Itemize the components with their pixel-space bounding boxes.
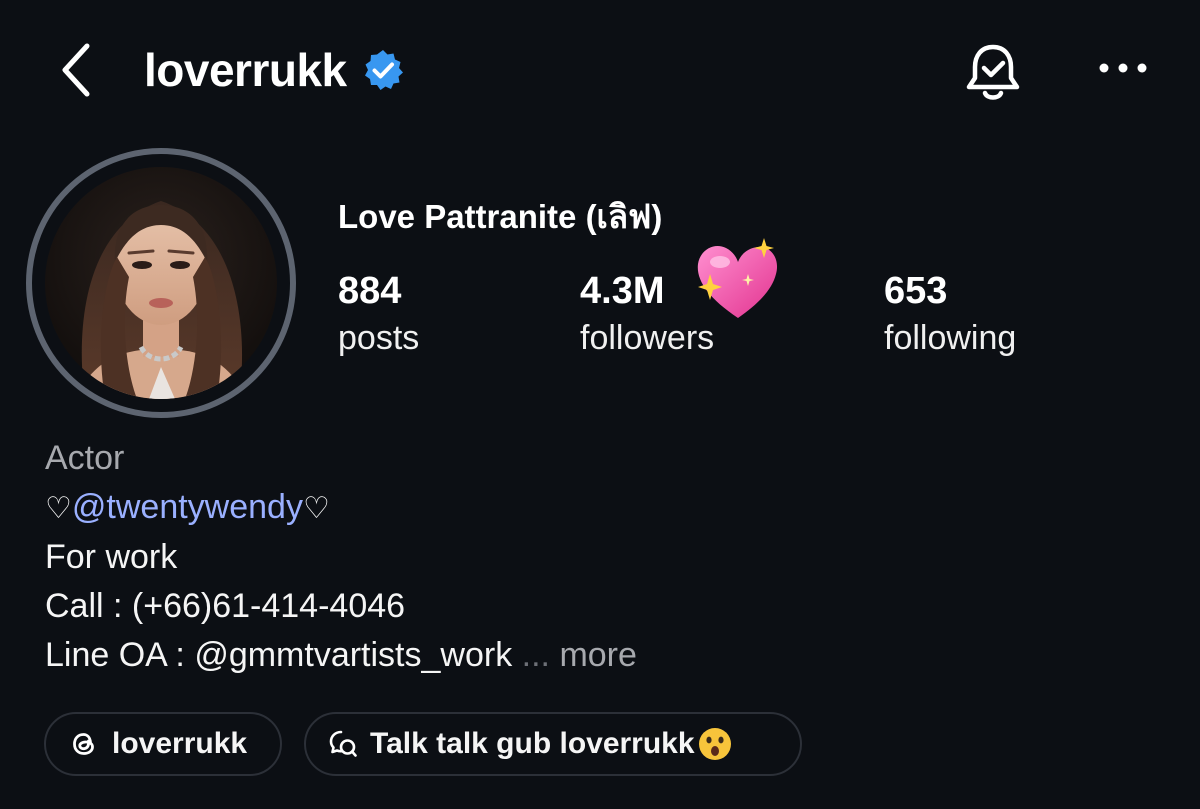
profile-bio: Actor ♡@twentywendy♡ For work Call : (+6… — [45, 434, 637, 680]
sparkling-heart-icon — [688, 236, 780, 331]
profile-avatar[interactable] — [26, 148, 296, 418]
more-horizontal-icon — [1099, 63, 1147, 73]
bio-category: Actor — [45, 439, 125, 477]
broadcast-channel-icon — [329, 730, 357, 757]
outline-heart-glyph: ♡ — [45, 491, 72, 526]
verified-badge-icon — [364, 50, 403, 90]
profile-username-header: loverrukk — [144, 40, 405, 100]
stat-value: 884 — [338, 270, 402, 312]
bio-ellipsis: ... — [521, 636, 550, 674]
bio-line-work: For work — [45, 538, 178, 576]
avatar-image — [45, 167, 277, 399]
astonished-face-icon — [698, 728, 731, 760]
chevron-left-icon — [62, 43, 90, 97]
bio-line-call: Call : (+66)61-414-4046 — [45, 587, 406, 625]
bio-mention-link[interactable]: @twentywendy — [72, 488, 303, 526]
stat-label: following — [884, 319, 1017, 357]
threads-profile-chip[interactable]: loverrukk — [44, 712, 282, 776]
channel-chip-label: Talk talk gub loverrukk — [370, 727, 695, 760]
bell-check-icon — [966, 44, 1020, 100]
bio-mention-line: ♡@twentywendy♡ — [45, 483, 637, 533]
outline-heart-glyph: ♡ — [302, 491, 330, 526]
bio-line-oa: Line OA : @gmmtvartists_work ... more — [45, 631, 637, 680]
bio-more-link[interactable]: more — [559, 636, 636, 674]
username-title: loverrukk — [144, 44, 347, 96]
bio-line-oa-text: Line OA : @gmmtvartists_work — [45, 636, 513, 674]
back-button[interactable] — [52, 40, 100, 100]
stat-posts[interactable]: 884 posts — [338, 268, 419, 360]
threads-chip-label: loverrukk — [112, 727, 248, 760]
stat-value: 653 — [884, 270, 948, 312]
stat-label: posts — [338, 319, 420, 357]
more-options-button[interactable] — [1090, 42, 1156, 94]
display-name: Love Pattranite (เลิฟ) — [338, 198, 663, 235]
notifications-button[interactable] — [960, 40, 1026, 106]
broadcast-channel-chip[interactable]: Talk talk gub loverrukk — [304, 712, 802, 776]
threads-icon — [73, 733, 94, 755]
stat-following[interactable]: 653 following — [884, 268, 1016, 360]
